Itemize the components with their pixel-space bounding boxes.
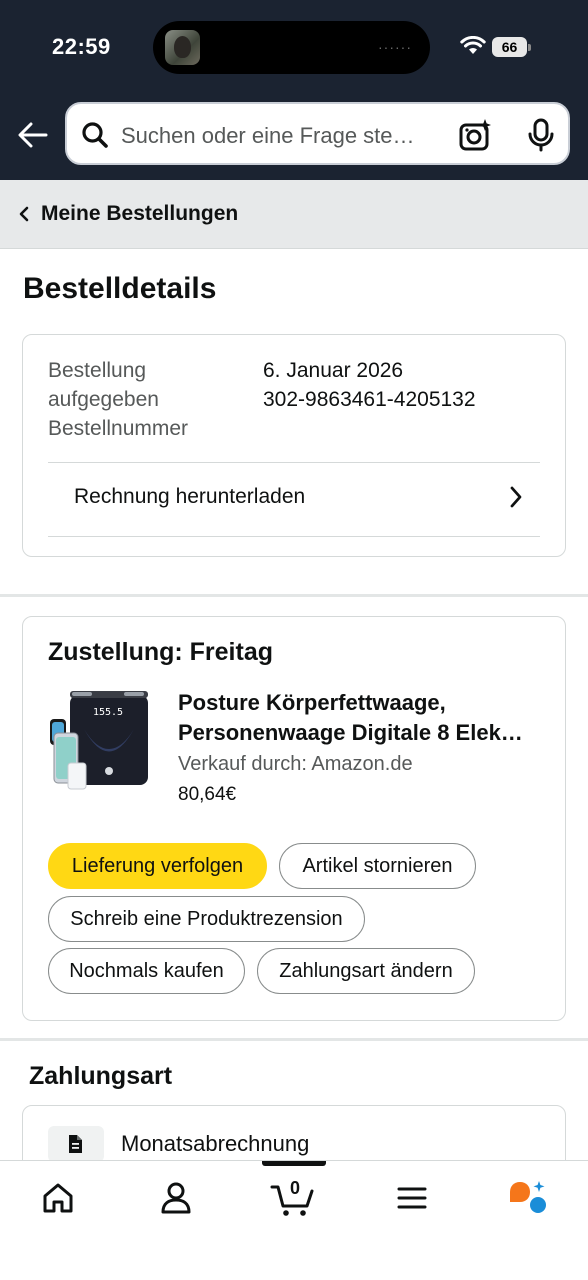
download-invoice-link[interactable]: Rechnung herunterladen xyxy=(74,485,305,509)
wifi-icon xyxy=(460,36,486,54)
write-review-button[interactable]: Schreib eine Produktrezension xyxy=(48,896,365,942)
chevron-left-icon xyxy=(19,206,29,222)
order-placed-label-line2: aufgegeben xyxy=(48,388,159,411)
active-tab-indicator xyxy=(262,1161,326,1166)
back-arrow-icon[interactable] xyxy=(16,118,50,152)
order-placed-label-line1: Bestellung xyxy=(48,359,147,382)
battery-level: 66 xyxy=(492,37,527,57)
rufus-ai-icon[interactable] xyxy=(506,1178,548,1218)
section-separator xyxy=(0,594,588,597)
order-number-value: 302-9863461-4205132 xyxy=(263,388,476,411)
cancel-item-button[interactable]: Artikel stornieren xyxy=(279,843,476,889)
hamburger-menu-icon[interactable] xyxy=(392,1178,432,1218)
buy-again-button[interactable]: Nochmals kaufen xyxy=(48,948,245,994)
search-icon xyxy=(82,122,108,148)
dynamic-island: ······ xyxy=(153,21,430,74)
cart-count: 0 xyxy=(290,1178,301,1198)
status-time: 22:59 xyxy=(52,34,111,59)
chevron-right-icon xyxy=(510,486,522,508)
product-price: 80,64€ xyxy=(178,784,237,805)
delivery-card: Zustellung: Freitag 155.5 Posture Körper… xyxy=(22,616,566,1021)
divider xyxy=(48,536,540,537)
camera-sparkle-icon[interactable] xyxy=(458,117,494,153)
track-delivery-button[interactable]: Lieferung verfolgen xyxy=(48,843,267,889)
search-bar[interactable] xyxy=(65,102,570,165)
breadcrumb-label[interactable]: Meine Bestellungen xyxy=(41,202,238,226)
order-info-card: Bestellung aufgegeben Bestellnummer 6. J… xyxy=(22,334,566,557)
scale-display: 155.5 xyxy=(93,707,123,718)
page-title: Bestelldetails xyxy=(23,272,217,305)
bottom-navigation: 0 xyxy=(0,1160,588,1280)
delivery-title: Zustellung: Freitag xyxy=(48,638,273,666)
person-icon[interactable] xyxy=(156,1178,196,1218)
seller-text: Verkauf durch: Amazon.de xyxy=(178,753,413,775)
document-icon xyxy=(69,1135,82,1153)
order-number-label: Bestellnummer xyxy=(48,417,189,440)
change-payment-button[interactable]: Zahlungsart ändern xyxy=(257,948,475,994)
payment-icon-box xyxy=(48,1126,104,1162)
breadcrumb[interactable]: Meine Bestellungen xyxy=(0,180,588,249)
island-activity-dots: ······ xyxy=(378,39,412,55)
section-separator xyxy=(0,1038,588,1041)
microphone-icon[interactable] xyxy=(525,117,557,153)
product-title[interactable]: Posture Körperfettwaage, Personenwaage D… xyxy=(178,688,548,748)
product-title-line1[interactable]: Posture Körperfettwaage, xyxy=(178,688,548,718)
battery-icon: 66 xyxy=(492,37,531,57)
product-image[interactable]: 155.5 xyxy=(48,689,152,797)
payment-method: Monatsabrechnung xyxy=(121,1131,310,1156)
order-placed-value: 6. Januar 2026 xyxy=(263,359,404,382)
search-input[interactable] xyxy=(121,123,441,149)
island-avatar xyxy=(165,30,200,65)
home-icon[interactable] xyxy=(38,1178,78,1218)
payment-section-title: Zahlungsart xyxy=(29,1062,173,1090)
download-invoice-row[interactable]: Rechnung herunterladen xyxy=(48,463,540,537)
product-title-line2[interactable]: Personenwaage Digitale 8 Elek… xyxy=(178,718,548,748)
top-header: 22:59 ······ 66 xyxy=(0,0,588,180)
